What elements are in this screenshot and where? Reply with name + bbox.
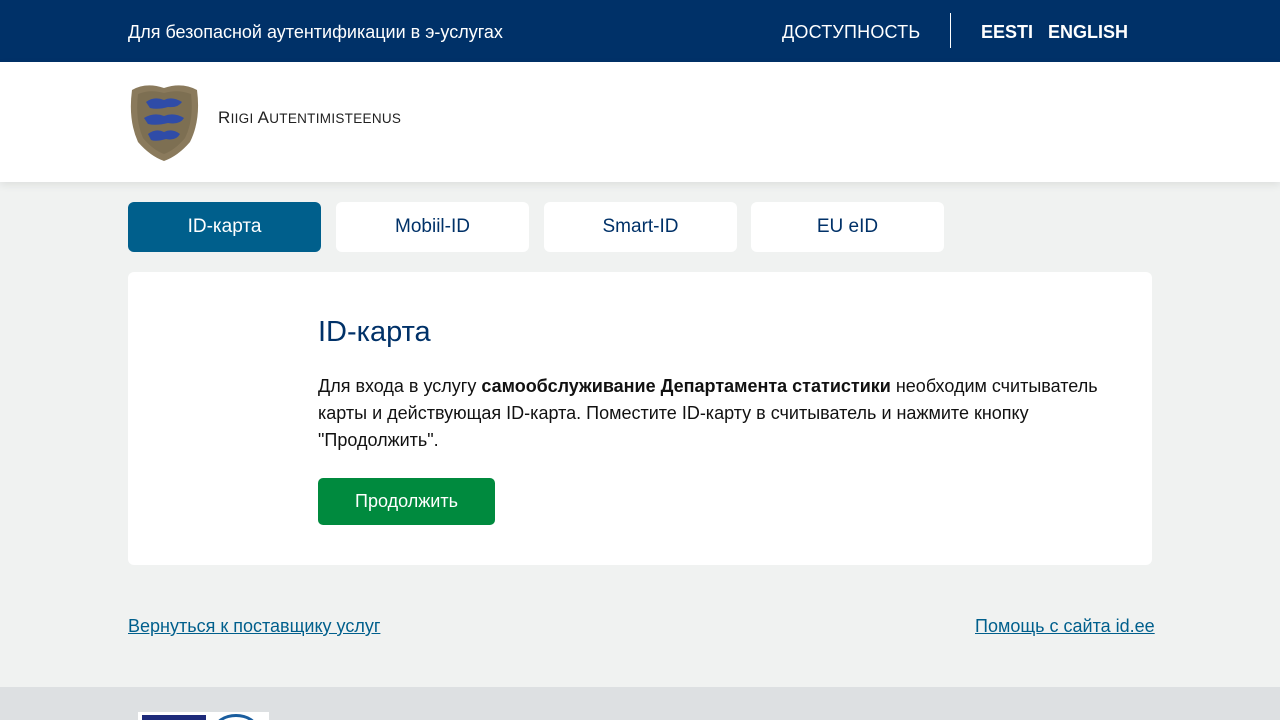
tab-smart-id[interactable]: Smart-ID: [544, 202, 737, 252]
tagline: Для безопасной аутентификации в э-услуга…: [128, 22, 503, 42]
card-title: ID-карта: [318, 316, 431, 348]
card-instructions: Для входа в услугу самообслуживание Депа…: [318, 376, 1098, 450]
back-to-provider-link[interactable]: Вернуться к поставщику услуг: [128, 616, 380, 637]
tab-mobiil-id[interactable]: Mobiil-ID: [336, 202, 529, 252]
continue-button[interactable]: Продолжить: [318, 478, 495, 525]
tab-eu-eid[interactable]: EU eID: [751, 202, 944, 252]
tab-id-card[interactable]: ID-карта: [128, 202, 321, 252]
help-link[interactable]: Помощь с сайта id.ee: [975, 616, 1155, 637]
accessibility-link[interactable]: ДОСТУПНОСТЬ: [782, 21, 920, 43]
divider: [950, 13, 951, 48]
eu-funding-logo: [138, 712, 269, 720]
site-header: RIIGI AUTENTIMISTEENUS: [0, 62, 1280, 182]
language-english-link[interactable]: ENGLISH: [1048, 21, 1128, 43]
circle-logo-icon: [214, 714, 258, 720]
language-eesti-link[interactable]: EESTI: [981, 21, 1033, 43]
footer: [0, 687, 1280, 720]
eu-flag-icon: [142, 715, 206, 720]
top-bar: Для безопасной аутентификации в э-услуга…: [0, 0, 1280, 62]
brand-name: RIIGI AUTENTIMISTEENUS: [218, 108, 402, 127]
auth-card: ID-карта Для входа в услугу самообслужив…: [128, 272, 1152, 565]
estonian-coat-of-arms-logo: [130, 85, 199, 161]
